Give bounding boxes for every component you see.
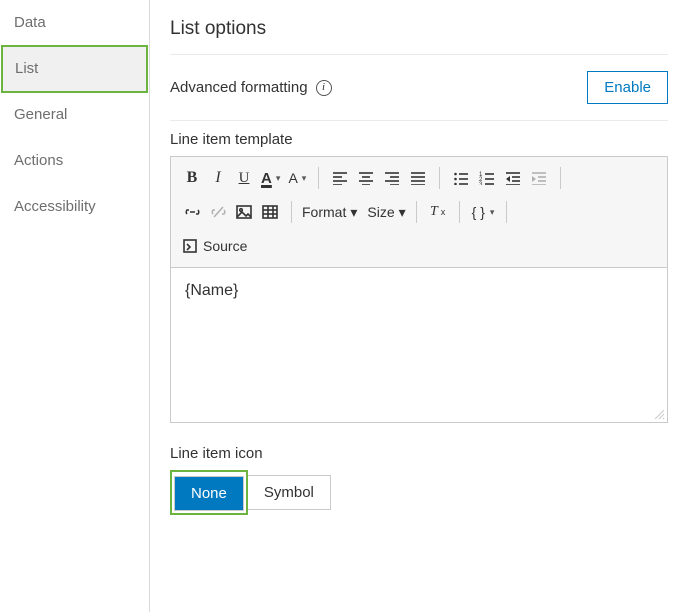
align-left-button[interactable] (327, 165, 353, 191)
underline-button[interactable]: U (231, 165, 257, 191)
sidebar-item-label: Accessibility (14, 198, 96, 215)
italic-button[interactable]: I (205, 165, 231, 191)
segment-highlight: None (170, 470, 248, 515)
chevron-down-icon: ▾ (399, 204, 406, 221)
align-justify-button[interactable] (405, 165, 431, 191)
editor-content[interactable]: {Name} (171, 268, 667, 408)
toolbar-separator (560, 167, 561, 189)
format-select[interactable]: Format▾ (300, 199, 359, 225)
indent-button (526, 165, 552, 191)
link-button[interactable] (179, 199, 205, 225)
toolbar-separator (318, 167, 319, 189)
icon-segmented-control: None (174, 476, 244, 511)
page-title: List options (150, 0, 688, 54)
unlink-button (205, 199, 231, 225)
insert-field-button[interactable]: { }▾ (468, 199, 499, 225)
toolbar-separator (416, 201, 417, 223)
image-button[interactable] (231, 199, 257, 225)
sidebar: Data List General Actions Accessibility (0, 0, 150, 612)
toolbar-separator (506, 201, 507, 223)
text-color-button[interactable]: A ▾ (257, 165, 284, 191)
outdent-button[interactable] (500, 165, 526, 191)
svg-text:3: 3 (479, 182, 483, 185)
numbered-list-button[interactable]: 123 (474, 165, 500, 191)
source-button[interactable]: Source (179, 233, 251, 259)
toolbar-separator (459, 201, 460, 223)
sidebar-item-actions[interactable]: Actions (0, 138, 149, 184)
line-item-template-label: Line item template (170, 131, 668, 148)
sidebar-item-label: Actions (14, 152, 63, 169)
bg-color-button[interactable]: A ▾ (284, 165, 310, 191)
editor-toolbar: B I U A ▾ A ▾ (171, 157, 667, 268)
sidebar-item-general[interactable]: General (0, 92, 149, 138)
resize-handle[interactable] (171, 408, 667, 422)
sidebar-item-label: Data (14, 14, 46, 31)
sidebar-item-label: List (15, 60, 38, 77)
info-icon[interactable]: i (316, 80, 332, 96)
source-icon (183, 239, 197, 253)
line-item-icon-label: Line item icon (170, 445, 668, 462)
sidebar-item-list[interactable]: List (1, 45, 148, 93)
icon-option-symbol[interactable]: Symbol (248, 476, 330, 509)
chevron-down-icon: ▾ (350, 204, 357, 221)
chevron-down-icon: ▾ (302, 173, 307, 184)
advanced-formatting-label: Advanced formatting (170, 79, 308, 96)
table-button[interactable] (257, 199, 283, 225)
size-select[interactable]: Size▾ (365, 199, 407, 225)
align-center-button[interactable] (353, 165, 379, 191)
chevron-down-icon: ▾ (276, 173, 281, 184)
main-panel: List options Advanced formatting i Enabl… (150, 0, 688, 612)
advanced-formatting-row: Advanced formatting i Enable (170, 71, 668, 120)
chevron-down-icon: ▾ (490, 207, 495, 218)
divider (170, 120, 668, 121)
rich-text-editor: B I U A ▾ A ▾ (170, 156, 668, 423)
bullet-list-button[interactable] (448, 165, 474, 191)
icon-option-none[interactable]: None (175, 477, 243, 510)
toolbar-separator (439, 167, 440, 189)
align-right-button[interactable] (379, 165, 405, 191)
remove-format-button[interactable]: Tx (425, 199, 451, 225)
sidebar-item-label: General (14, 106, 67, 123)
sidebar-item-accessibility[interactable]: Accessibility (0, 184, 149, 230)
sidebar-item-data[interactable]: Data (0, 0, 149, 46)
toolbar-separator (291, 201, 292, 223)
bold-button[interactable]: B (179, 165, 205, 191)
enable-button[interactable]: Enable (587, 71, 668, 104)
